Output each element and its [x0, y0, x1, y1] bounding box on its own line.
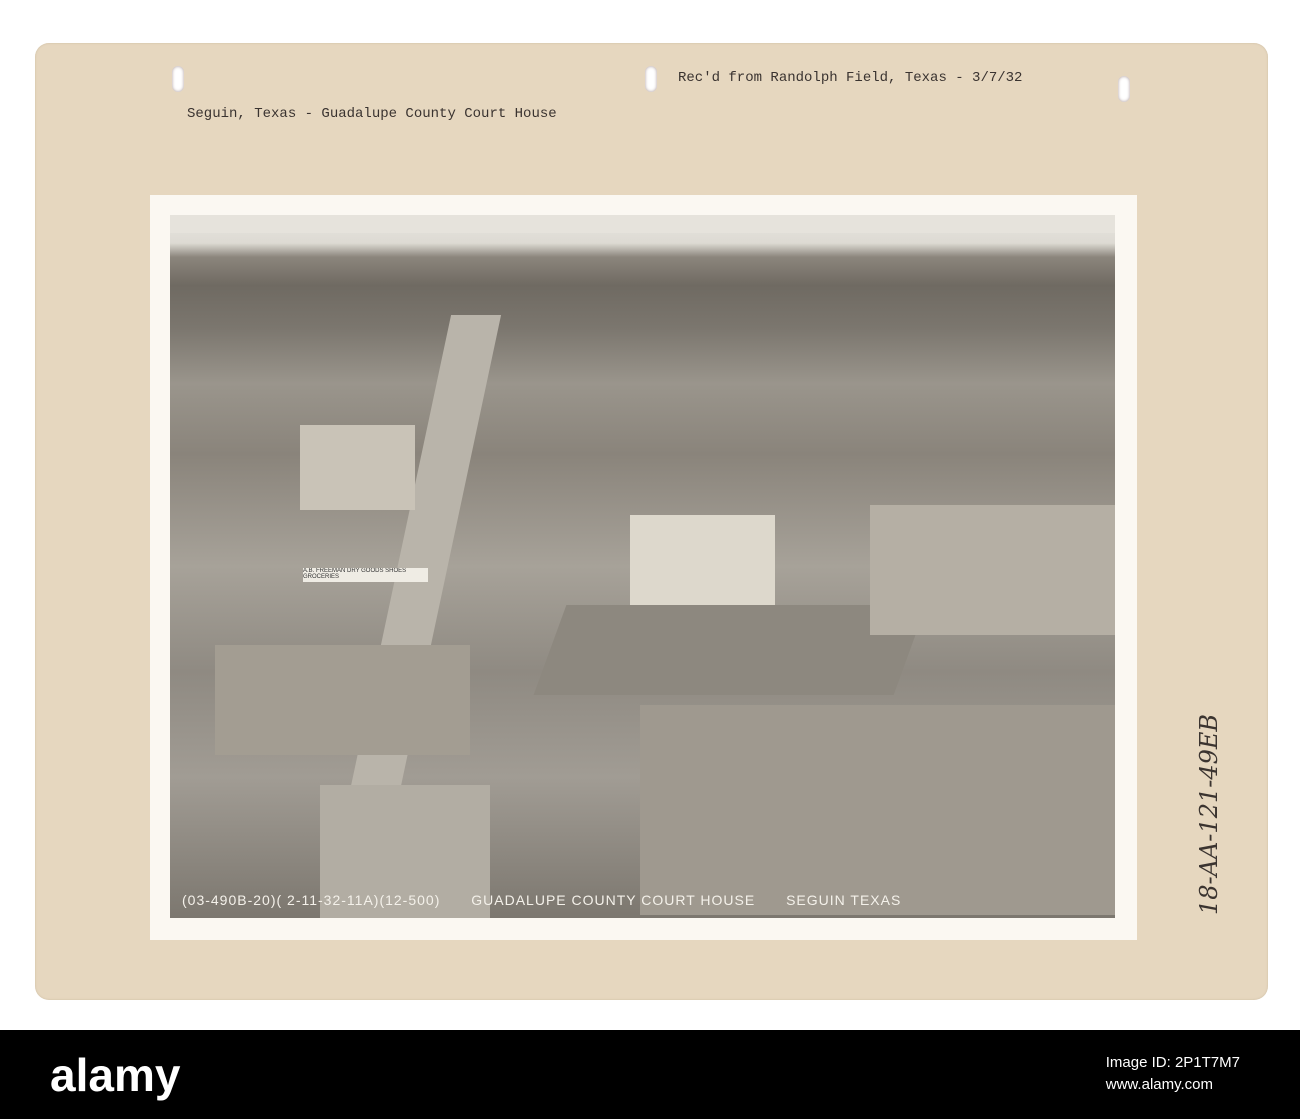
punch-hole — [645, 66, 657, 92]
caption-subject: GUADALUPE COUNTY COURT HOUSE — [471, 892, 756, 908]
image-meta: Image ID: 2P1T7M7 www.alamy.com — [1106, 1052, 1240, 1096]
caption-code: (03-490B-20)( 2-11-32-11A)(12-500) — [182, 892, 441, 908]
photo-caption: (03-490B-20)( 2-11-32-11A)(12-500) GUADA… — [182, 892, 927, 908]
handwritten-catalog-number: 18-AA-121-49EB — [1195, 713, 1223, 915]
aerial-photograph: A.B. FREEMAN DRY GOODS SHOES GROCERIES (… — [170, 215, 1115, 918]
punch-hole — [172, 66, 184, 92]
punch-hole — [1118, 76, 1130, 102]
brick-building — [215, 645, 470, 755]
hotel-building — [300, 425, 415, 510]
alamy-logo: alamy — [50, 1049, 181, 1101]
watermark-bar: alamy Image ID: 2P1T7M7 www.alamy.com — [0, 1030, 1300, 1119]
court-square-lawn — [533, 605, 927, 695]
commercial-block — [870, 505, 1115, 635]
rooftops — [640, 705, 1115, 915]
store-sign: A.B. FREEMAN DRY GOODS SHOES GROCERIES — [303, 568, 428, 582]
received-note: Rec'd from Randolph Field, Texas - 3/7/3… — [678, 70, 1023, 86]
site-url: www.alamy.com — [1105, 1076, 1214, 1093]
card-title: Seguin, Texas - Guadalupe County Court H… — [187, 106, 557, 122]
caption-place: SEGUIN TEXAS — [786, 892, 902, 908]
sky — [170, 215, 1115, 233]
image-id: Image ID: 2P1T7M7 — [1105, 1054, 1240, 1071]
